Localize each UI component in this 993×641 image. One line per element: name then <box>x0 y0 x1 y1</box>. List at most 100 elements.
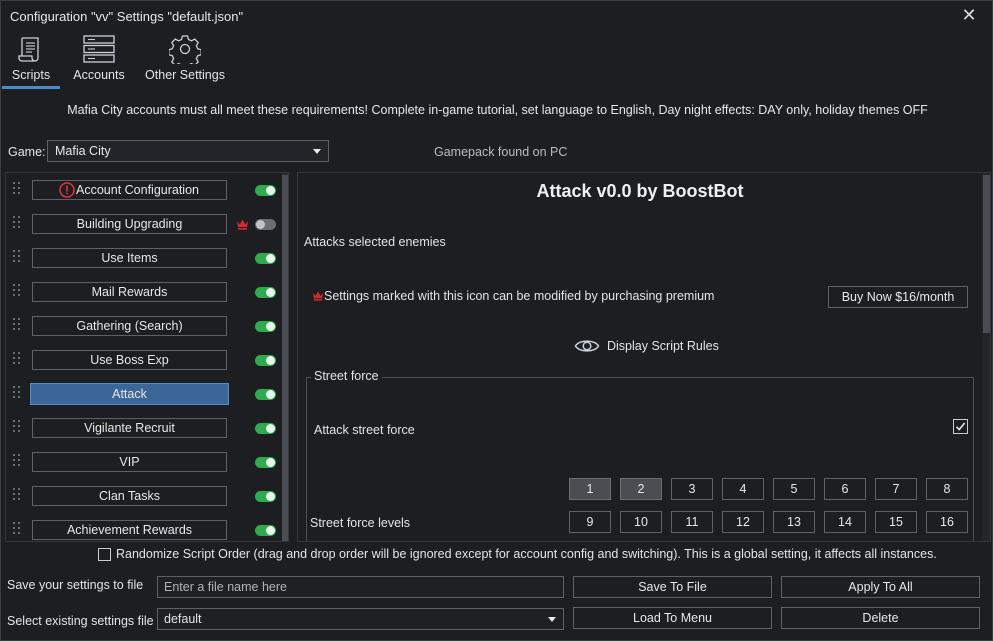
window-title: Configuration "vv" Settings "default.jso… <box>10 9 244 24</box>
tab-scripts[interactable]: Scripts <box>2 31 60 89</box>
script-list-scrollbar[interactable] <box>282 173 288 541</box>
level-15-button[interactable]: 15 <box>875 511 917 533</box>
script-toggle[interactable] <box>255 423 276 434</box>
list-item: Building Upgrading <box>6 207 282 241</box>
level-12-button[interactable]: 12 <box>722 511 764 533</box>
script-toggle[interactable] <box>255 457 276 468</box>
script-label: Gathering (Search) <box>76 319 183 333</box>
level-4-button[interactable]: 4 <box>722 478 764 500</box>
drag-handle-icon[interactable] <box>13 386 21 402</box>
script-button-mail-rewards[interactable]: Mail Rewards <box>32 282 227 302</box>
script-toggle[interactable] <box>255 389 276 400</box>
top-tabs: Scripts Accounts Other Settings <box>1 31 992 91</box>
tab-label: Accounts <box>73 68 125 82</box>
drag-handle-icon[interactable] <box>13 182 21 198</box>
script-button-vip[interactable]: VIP <box>32 452 227 472</box>
script-toggle[interactable] <box>255 253 276 264</box>
chevron-down-icon <box>313 149 321 154</box>
attack-street-force-checkbox[interactable] <box>953 419 968 434</box>
level-1-button[interactable]: 1 <box>569 478 611 500</box>
title-bar: Configuration "vv" Settings "default.jso… <box>1 1 992 31</box>
script-label: Use Items <box>101 251 158 265</box>
drag-handle-icon[interactable] <box>13 454 21 470</box>
level-6-button[interactable]: 6 <box>824 478 866 500</box>
list-item: Attack <box>6 377 282 411</box>
level-14-button[interactable]: 14 <box>824 511 866 533</box>
randomize-checkbox[interactable] <box>98 548 111 561</box>
script-button-attack[interactable]: Attack <box>30 383 229 405</box>
script-button-gathering[interactable]: Gathering (Search) <box>32 316 227 336</box>
load-to-menu-button[interactable]: Load To Menu <box>573 607 772 629</box>
list-item: Vigilante Recruit <box>6 411 282 445</box>
script-button-account-configuration[interactable]: Account Configuration <box>32 180 227 200</box>
attack-street-force-label: Attack street force <box>314 423 415 437</box>
script-toggle[interactable] <box>255 355 276 366</box>
close-icon[interactable]: ✕ <box>960 5 978 25</box>
save-to-file-button[interactable]: Save To File <box>573 576 772 598</box>
settings-scrollbar[interactable] <box>982 173 990 541</box>
script-label: Account Configuration <box>76 183 199 197</box>
delete-button[interactable]: Delete <box>781 607 980 629</box>
tab-label: Scripts <box>11 68 51 82</box>
apply-to-all-button[interactable]: Apply To All <box>781 576 980 598</box>
script-toggle[interactable] <box>255 321 276 332</box>
script-label: Attack <box>112 387 147 401</box>
checkmark-icon <box>955 422 966 431</box>
tab-accounts[interactable]: Accounts <box>69 31 129 89</box>
level-3-button[interactable]: 3 <box>671 478 713 500</box>
script-toggle[interactable] <box>255 185 276 196</box>
street-force-group: Street force Attack street force Street … <box>306 369 974 541</box>
script-button-use-items[interactable]: Use Items <box>32 248 227 268</box>
level-10-button[interactable]: 10 <box>620 511 662 533</box>
list-item: Mail Rewards <box>6 275 282 309</box>
script-list: Account Configuration Building Upgrading… <box>5 172 289 542</box>
drag-handle-icon[interactable] <box>13 352 21 368</box>
warning-icon <box>59 182 75 198</box>
scroll-icon <box>18 37 39 62</box>
script-toggle[interactable] <box>255 287 276 298</box>
level-8-button[interactable]: 8 <box>926 478 968 500</box>
level-13-button[interactable]: 13 <box>773 511 815 533</box>
script-settings-panel: Attack v0.0 by BoostBot Attacks selected… <box>297 172 991 542</box>
crown-icon <box>312 291 324 301</box>
script-toggle[interactable] <box>255 219 276 230</box>
level-11-button[interactable]: 11 <box>671 511 713 533</box>
scrollbar-thumb[interactable] <box>282 175 288 541</box>
game-select[interactable]: Mafia City <box>47 140 329 162</box>
gear-icon <box>169 35 201 64</box>
settings-file-select[interactable]: default <box>157 608 564 630</box>
drag-handle-icon[interactable] <box>13 284 21 300</box>
file-name-input[interactable] <box>157 576 564 598</box>
script-toggle[interactable] <box>255 491 276 502</box>
script-button-use-boss-exp[interactable]: Use Boss Exp <box>32 350 227 370</box>
level-2-button[interactable]: 2 <box>620 478 662 500</box>
script-button-building-upgrading[interactable]: Building Upgrading <box>32 214 227 234</box>
list-item: Gathering (Search) <box>6 309 282 343</box>
script-label: VIP <box>119 455 140 469</box>
tab-other-settings[interactable]: Other Settings <box>144 31 226 89</box>
script-toggle[interactable] <box>255 525 276 536</box>
script-title: Attack v0.0 by BoostBot <box>536 181 744 201</box>
settings-file-value: default <box>164 612 202 626</box>
level-5-button[interactable]: 5 <box>773 478 815 500</box>
scrollbar-thumb[interactable] <box>983 175 990 333</box>
drag-handle-icon[interactable] <box>13 522 21 538</box>
script-button-vigilante-recruit[interactable]: Vigilante Recruit <box>32 418 227 438</box>
list-item: Achievement Rewards <box>6 513 282 541</box>
list-item: Use Items <box>6 241 282 275</box>
premium-note-text: Settings marked with this icon can be mo… <box>324 289 715 303</box>
script-description: Attacks selected enemies <box>304 235 446 249</box>
drag-handle-icon[interactable] <box>13 216 21 232</box>
select-settings-label: Select existing settings file <box>7 614 154 628</box>
drag-handle-icon[interactable] <box>13 488 21 504</box>
level-7-button[interactable]: 7 <box>875 478 917 500</box>
drag-handle-icon[interactable] <box>13 250 21 266</box>
buy-premium-button[interactable]: Buy Now $16/month <box>828 286 968 308</box>
drag-handle-icon[interactable] <box>13 318 21 334</box>
level-9-button[interactable]: 9 <box>569 511 611 533</box>
tab-label: Other Settings <box>145 68 225 82</box>
drag-handle-icon[interactable] <box>13 420 21 436</box>
script-button-achievement-rewards[interactable]: Achievement Rewards <box>32 520 227 540</box>
script-button-clan-tasks[interactable]: Clan Tasks <box>32 486 227 506</box>
level-16-button[interactable]: 16 <box>926 511 968 533</box>
